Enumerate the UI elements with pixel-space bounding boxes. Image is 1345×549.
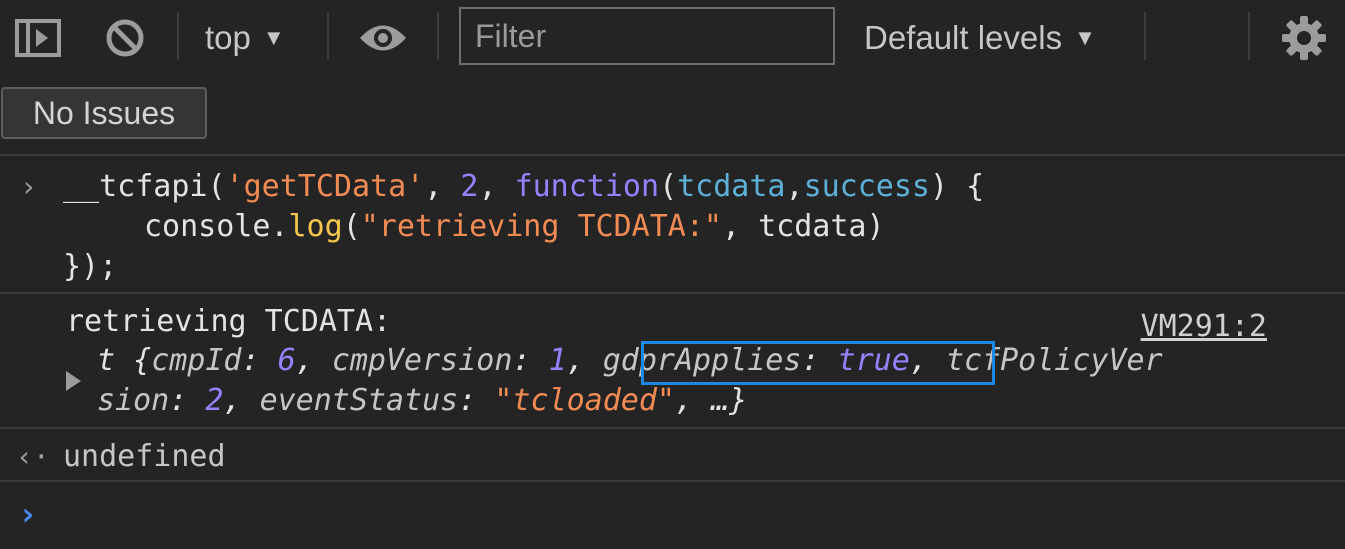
result-arrow-icon: ‹· (16, 440, 50, 473)
code-token: ( (342, 209, 361, 244)
code-token: function (514, 169, 660, 204)
code-token: , (478, 169, 515, 204)
code-token: : (458, 383, 495, 418)
code-token: , (223, 383, 260, 418)
command-line-3[interactable]: }); (63, 247, 117, 287)
code-token: , (785, 169, 804, 204)
sidebar-toggle-icon[interactable] (14, 18, 62, 58)
code-token: console. (144, 209, 289, 244)
code-token: ( (659, 169, 678, 204)
toolbar-divider (1144, 12, 1146, 60)
divider (0, 154, 1345, 156)
command-line-1[interactable]: __tcfapi('getTCData', 2, function(tcdata… (63, 167, 984, 207)
code-token: 6 (277, 343, 296, 378)
code-token: 'getTCData' (225, 169, 425, 204)
toolbar-divider (327, 12, 329, 60)
divider (0, 480, 1345, 482)
code-token: ) { (930, 169, 985, 204)
expand-triangle-icon[interactable] (66, 371, 81, 391)
console-toolbar: top ▼ Default levels ▼ (0, 0, 1345, 76)
code-token: , tcdata) (721, 209, 885, 244)
highlight-box (641, 341, 995, 385)
chevron-right-icon: › (20, 170, 37, 203)
code-token: t { (97, 343, 152, 378)
code-token: success (803, 169, 930, 204)
object-preview-line-1[interactable]: t {cmpId: 6, cmpVersion: 1, gdprApplies:… (97, 341, 1163, 381)
clear-console-icon[interactable] (104, 17, 146, 59)
code-token: 2 (460, 169, 479, 204)
code-token: cmpVersion (331, 343, 513, 378)
console-input[interactable] (60, 486, 1320, 538)
log-message: retrieving TCDATA: (66, 304, 392, 339)
code-token: , (566, 343, 603, 378)
code-token: __tcfapi( (63, 169, 226, 204)
filter-input[interactable] (459, 7, 835, 65)
code-token: , …} (675, 383, 748, 418)
code-token: : (241, 343, 278, 378)
code-token: tcdata (677, 169, 786, 204)
code-token: "tcloaded" (494, 383, 675, 418)
code-token: , (424, 169, 461, 204)
toolbar-divider (177, 12, 179, 60)
code-token: : (512, 343, 549, 378)
gear-icon[interactable] (1280, 14, 1328, 62)
code-token: cmpId (151, 343, 242, 378)
input-prompt-icon: › (18, 495, 38, 533)
result-value: undefined (63, 439, 226, 474)
divider (0, 427, 1345, 429)
command-line-2[interactable]: console.log("retrieving TCDATA:", tcdata… (144, 207, 885, 247)
code-token: 2 (205, 383, 224, 418)
log-levels-label: Default levels (864, 19, 1063, 56)
dropdown-arrow-icon: ▼ (1074, 25, 1096, 50)
code-token: , (295, 343, 332, 378)
issues-bar: No Issues (0, 76, 1345, 154)
code-token: : (169, 383, 206, 418)
context-label: top (205, 19, 251, 56)
code-token: log (288, 209, 343, 244)
eye-icon[interactable] (357, 18, 409, 58)
toolbar-divider (437, 12, 439, 60)
context-selector[interactable]: top ▼ (205, 14, 285, 62)
object-preview-line-2[interactable]: sion: 2, eventStatus: "tcloaded", …} (97, 381, 747, 421)
divider (0, 292, 1345, 294)
log-levels-dropdown[interactable]: Default levels ▼ (864, 14, 1096, 62)
issues-button[interactable]: No Issues (1, 87, 207, 139)
toolbar-divider (1248, 12, 1250, 60)
code-token: eventStatus (259, 383, 459, 418)
dropdown-arrow-icon: ▼ (262, 25, 285, 50)
code-token: "retrieving TCDATA:" (360, 209, 722, 244)
code-token: sion (97, 383, 170, 418)
code-token: 1 (548, 343, 567, 378)
